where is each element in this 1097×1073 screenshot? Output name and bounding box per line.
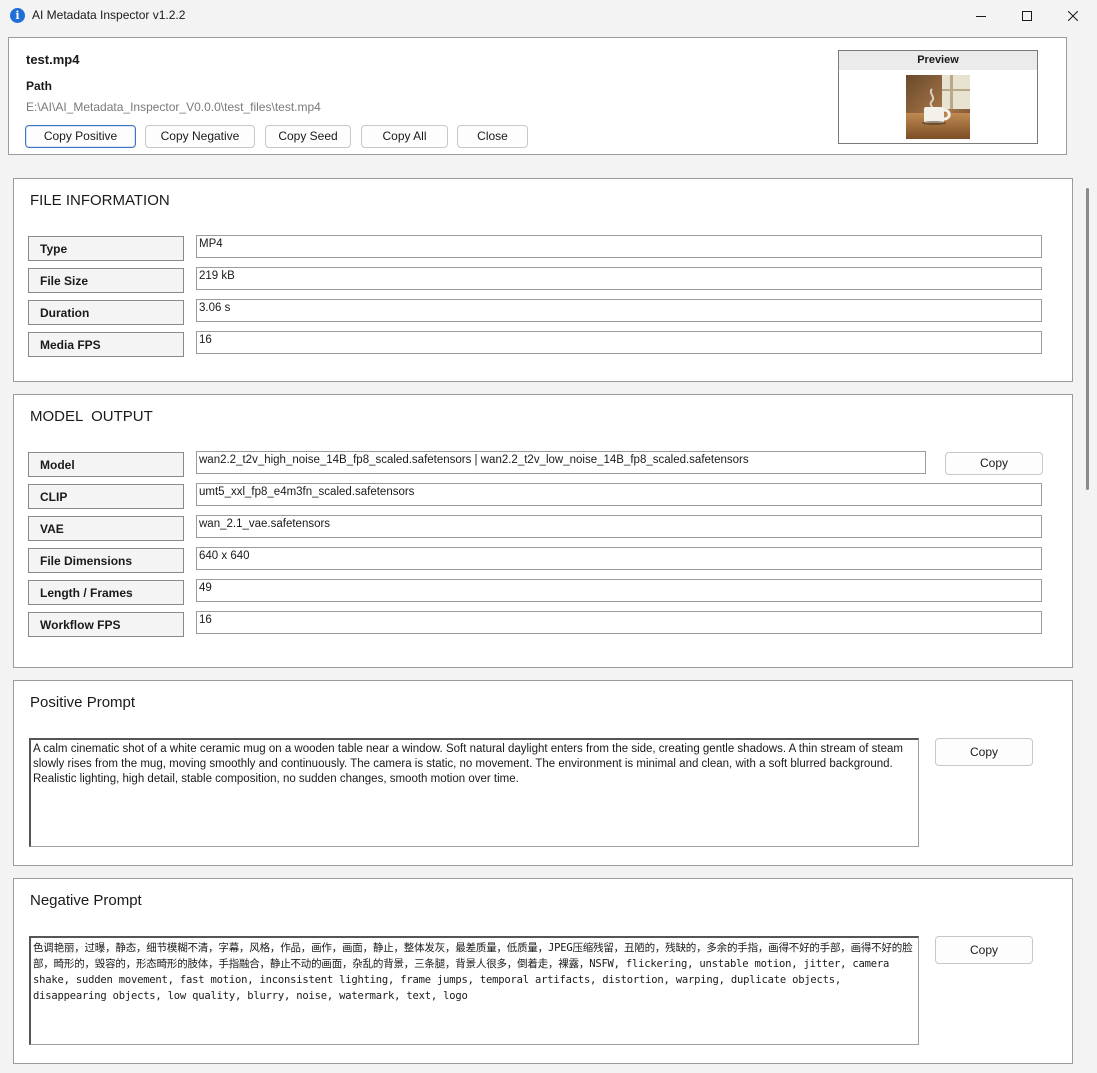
preview-panel: Preview	[838, 50, 1038, 144]
media-fps-value[interactable]: 16	[196, 331, 1042, 354]
preview-label: Preview	[839, 51, 1037, 70]
model-label: Model	[28, 452, 184, 477]
scrollbar-thumb[interactable]	[1086, 188, 1089, 490]
copy-seed-button[interactable]: Copy Seed	[265, 125, 351, 148]
duration-value[interactable]: 3.06 s	[196, 299, 1042, 322]
negative-prompt-section: Negative Prompt 色调艳丽，过曝，静态，细节模糊不清，字幕，风格，…	[13, 878, 1073, 1064]
section-title: Positive Prompt	[30, 694, 136, 711]
file-dimensions-label: File Dimensions	[28, 548, 184, 573]
copy-negative-prompt-button[interactable]: Copy	[935, 936, 1033, 964]
close-icon	[1068, 10, 1078, 21]
close-button[interactable]: Close	[457, 125, 528, 148]
file-size-value[interactable]: 219 kB	[196, 267, 1042, 290]
vae-label: VAE	[28, 516, 184, 541]
positive-prompt-textarea[interactable]: A calm cinematic shot of a white ceramic…	[29, 738, 919, 847]
workflow-fps-value[interactable]: 16	[196, 611, 1042, 634]
close-window-button[interactable]	[1050, 0, 1096, 31]
copy-model-button[interactable]: Copy	[945, 452, 1043, 475]
type-label: Type	[28, 236, 184, 261]
minimize-icon	[976, 15, 986, 17]
file-dimensions-value[interactable]: 640 x 640	[196, 547, 1042, 570]
copy-positive-prompt-button[interactable]: Copy	[935, 738, 1033, 766]
file-name: test.mp4	[26, 52, 80, 67]
path-value: E:\AI\AI_Metadata_Inspector_V0.0.0\test_…	[26, 100, 321, 114]
vertical-scrollbar[interactable]	[1080, 160, 1094, 1073]
file-information-section: FILE INFORMATION Type MP4 File Size 219 …	[13, 178, 1073, 382]
length-frames-value[interactable]: 49	[196, 579, 1042, 602]
positive-prompt-section: Positive Prompt A calm cinematic shot of…	[13, 680, 1073, 866]
copy-positive-button[interactable]: Copy Positive	[25, 125, 136, 148]
section-title: Negative Prompt	[30, 892, 142, 909]
clip-label: CLIP	[28, 484, 184, 509]
media-fps-label: Media FPS	[28, 332, 184, 357]
section-title: FILE INFORMATION	[30, 192, 170, 209]
maximize-button[interactable]	[1004, 0, 1050, 31]
model-value[interactable]: wan2.2_t2v_high_noise_14B_fp8_scaled.saf…	[196, 451, 926, 474]
copy-negative-button[interactable]: Copy Negative	[145, 125, 255, 148]
length-frames-label: Length / Frames	[28, 580, 184, 605]
duration-label: Duration	[28, 300, 184, 325]
model-output-section: MODEL OUTPUT Model wan2.2_t2v_high_noise…	[13, 394, 1073, 668]
title-bar: i AI Metadata Inspector v1.2.2	[0, 0, 1097, 31]
maximize-icon	[1022, 10, 1032, 21]
mug-thumbnail-image	[906, 75, 970, 139]
minimize-button[interactable]	[958, 0, 1004, 31]
file-header-panel: test.mp4 Path E:\AI\AI_Metadata_Inspecto…	[8, 37, 1067, 155]
path-label: Path	[26, 79, 53, 93]
negative-prompt-textarea[interactable]: 色调艳丽，过曝，静态，细节模糊不清，字幕，风格，作品，画作，画面，静止，整体发灰…	[29, 936, 919, 1045]
file-size-label: File Size	[28, 268, 184, 293]
copy-all-button[interactable]: Copy All	[361, 125, 448, 148]
workflow-fps-label: Workflow FPS	[28, 612, 184, 637]
window-title: AI Metadata Inspector v1.2.2	[32, 8, 186, 22]
preview-thumbnail[interactable]	[906, 75, 970, 139]
info-app-icon: i	[10, 8, 25, 23]
vae-value[interactable]: wan_2.1_vae.safetensors	[196, 515, 1042, 538]
clip-value[interactable]: umt5_xxl_fp8_e4m3fn_scaled.safetensors	[196, 483, 1042, 506]
type-value[interactable]: MP4	[196, 235, 1042, 258]
section-title: MODEL OUTPUT	[30, 408, 153, 425]
